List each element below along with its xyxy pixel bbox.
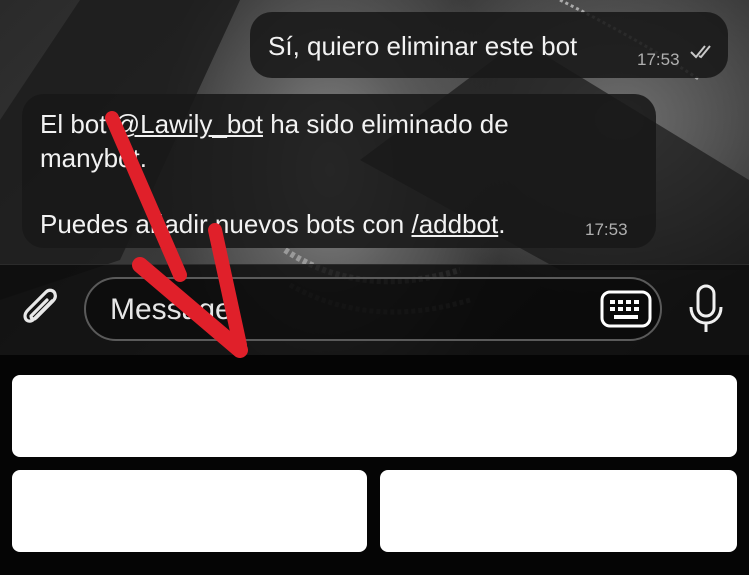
- line3-suffix: .: [498, 209, 506, 239]
- bot-username-link[interactable]: @Lawily_bot: [114, 109, 263, 139]
- microphone-icon[interactable]: [686, 283, 726, 335]
- line1-prefix: El bot: [40, 109, 114, 139]
- outgoing-message-time: 17:53: [637, 50, 680, 69]
- incoming-message-time: 17:53: [585, 220, 628, 239]
- incoming-message-bubble[interactable]: El bot @Lawily_bot ha sido eliminado de …: [22, 94, 656, 248]
- chat-screen: Sí, quiero eliminar este bot 17:53 El bo…: [0, 0, 749, 575]
- outgoing-message-text: Sí, quiero eliminar este bot: [268, 31, 578, 61]
- message-placeholder: Message: [110, 293, 232, 326]
- message-input-field[interactable]: Message: [84, 277, 662, 341]
- message-line-1: El bot @Lawily_bot ha sido eliminado de: [40, 106, 509, 142]
- line1-suffix: ha sido eliminado de: [262, 109, 509, 139]
- paperclip-icon[interactable]: [18, 287, 64, 333]
- reply-keyboard-button-3[interactable]: [380, 470, 737, 552]
- addbot-command-link[interactable]: /addbot: [411, 209, 498, 239]
- message-line-3: Puedes añadir nuevos bots con /addbot.: [40, 206, 505, 242]
- reply-keyboard: [0, 355, 749, 575]
- outgoing-message-bubble[interactable]: Sí, quiero eliminar este bot 17:53: [250, 12, 728, 78]
- keyboard-icon[interactable]: [600, 289, 652, 329]
- message-line-2: manybot.: [40, 143, 147, 173]
- reply-keyboard-button-1[interactable]: [12, 375, 737, 457]
- reply-keyboard-button-2[interactable]: [12, 470, 367, 552]
- read-checkmarks-icon: [690, 45, 711, 59]
- message-input-bar: Message: [0, 264, 749, 355]
- line3-prefix: Puedes añadir nuevos bots con: [40, 209, 412, 239]
